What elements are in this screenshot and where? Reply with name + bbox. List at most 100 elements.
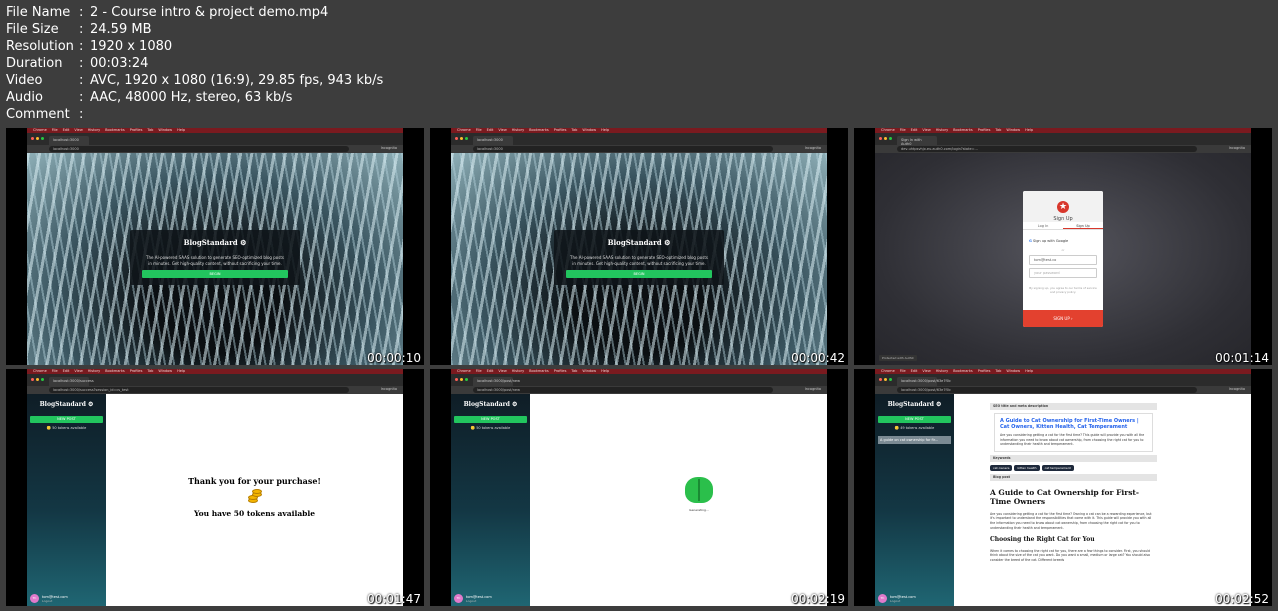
info-value: 24.59 MB bbox=[90, 22, 152, 37]
sidebar: BlogStandard ⚙ NEW POST 🪙 49 tokens avai… bbox=[875, 394, 954, 606]
thumbnail-6[interactable]: Chrome File Edit View History Bookmarks Profil… bbox=[854, 369, 1272, 606]
logout-link: Logout bbox=[890, 598, 901, 603]
landing-card: BlogStandard ⚙ The AI-powered SAAS solut… bbox=[554, 230, 724, 285]
timestamp: 00:02:52 bbox=[1215, 592, 1269, 606]
info-row-video: Video : AVC, 1920 x 1080 (16:9), 29.85 f… bbox=[6, 72, 383, 89]
timestamp: 00:01:47 bbox=[367, 592, 421, 606]
tab-signup: Sign Up bbox=[1063, 222, 1103, 229]
info-colon: : bbox=[79, 22, 84, 37]
keyword-tag: cat owners bbox=[990, 464, 1013, 471]
address-bar: localhost:3000/post/new Incognito bbox=[451, 386, 827, 394]
timestamp: 00:00:42 bbox=[791, 351, 845, 365]
browser-tabbar: localhost:3000/post/63e7f0c bbox=[875, 374, 1251, 386]
info-row-duration: Duration : 00:03:24 bbox=[6, 55, 383, 72]
post-paragraph: When it comes to choosing the right cat … bbox=[990, 548, 1151, 563]
address-bar: localhost:3000 Incognito bbox=[451, 145, 827, 153]
incognito-label: Incognito bbox=[1228, 387, 1245, 391]
app-page: BlogStandard ⚙ NEW POST 🪙 49 tokens avai… bbox=[875, 394, 1251, 606]
brand-logo: BlogStandard ⚙ bbox=[39, 401, 94, 408]
info-value: 2 - Course intro & project demo.mp4 bbox=[90, 5, 329, 20]
info-row-file-size: File Size : 24.59 MB bbox=[6, 21, 383, 38]
screen: Chrome File Edit View History Bookmarks Profil… bbox=[451, 369, 827, 606]
main-content: Generating... bbox=[530, 394, 827, 606]
token-count: 🪙 49 tokens available bbox=[894, 426, 935, 430]
email-field: tom@test.co bbox=[1029, 255, 1097, 265]
timestamp: 00:00:10 bbox=[367, 351, 421, 365]
info-colon: : bbox=[79, 56, 84, 71]
post-subheading: Choosing the Right Cat for You bbox=[990, 535, 1095, 543]
browser-tabbar: Sign In with Auth0 bbox=[875, 133, 1251, 146]
address-bar: localhost:3000 Incognito bbox=[27, 145, 403, 153]
info-key: Resolution bbox=[6, 39, 74, 54]
purchase-success: Thank you for your purchase! You have 50… bbox=[106, 476, 403, 518]
browser-tab: localhost:3000 bbox=[49, 136, 89, 145]
browser-tabbar: localhost:3000/success bbox=[27, 374, 403, 386]
incognito-label: Incognito bbox=[804, 146, 821, 150]
thumbnail-3[interactable]: Chrome File Edit View History Bookmarks Profil… bbox=[854, 128, 1272, 365]
browser-tab: localhost:3000/post/new bbox=[473, 377, 520, 386]
user-info: TC tom@test.com Logout bbox=[878, 594, 916, 603]
auth-page: ★ Sign Up Log In Sign Up G Sign up with … bbox=[875, 153, 1251, 365]
main-content: SEO title and meta description A Guide t… bbox=[954, 394, 1251, 606]
info-row-file-name: File Name : 2 - Course intro & project d… bbox=[6, 4, 383, 21]
keyword-tag: cat temperament bbox=[1041, 464, 1074, 471]
signup-button: SIGN UP › bbox=[1023, 310, 1103, 327]
info-colon: : bbox=[79, 39, 84, 54]
auth-card: ★ Sign Up Log In Sign Up G Sign up with … bbox=[1023, 191, 1103, 327]
browser-tab: localhost:3000 bbox=[473, 136, 513, 145]
avatar: TC bbox=[454, 594, 463, 603]
info-value: AAC, 48000 Hz, stereo, 63 kb/s bbox=[90, 90, 293, 105]
info-value: AVC, 1920 x 1080 (16:9), 29.85 fps, 943 … bbox=[90, 73, 384, 88]
landing-page: BlogStandard ⚙ The AI-powered SAAS solut… bbox=[27, 153, 403, 365]
thumbnail-5[interactable]: Chrome File Edit View History Bookmarks Profil… bbox=[430, 369, 848, 606]
keywords-label: Keywords bbox=[990, 454, 1157, 462]
new-post-button: NEW POST bbox=[30, 416, 103, 423]
begin-button: BEGIN bbox=[566, 270, 712, 278]
info-colon: : bbox=[79, 90, 84, 105]
info-key: Video bbox=[6, 73, 43, 88]
url-text: localhost:3000/post/63e7f0c bbox=[897, 387, 1197, 393]
seo-section-label: SEO title and meta description bbox=[990, 403, 1157, 410]
thumbnail-1[interactable]: Chrome File Edit View History Bookmarks Profil… bbox=[6, 128, 424, 365]
url-text: localhost:3000 bbox=[473, 146, 773, 152]
user-info: TC tom@test.com Logout bbox=[454, 594, 492, 603]
incognito-label: Incognito bbox=[380, 146, 397, 150]
incognito-label: Incognito bbox=[1228, 146, 1245, 150]
avatar: TC bbox=[878, 594, 887, 603]
url-text: localhost:3000/post/new bbox=[473, 387, 773, 393]
timestamp: 00:02:19 bbox=[791, 592, 845, 606]
brand-logo: BlogStandard ⚙ bbox=[463, 401, 518, 408]
thumbnail-2[interactable]: Chrome File Edit View History Bookmarks Profil… bbox=[430, 128, 848, 365]
brand-logo: BlogStandard ⚙ bbox=[607, 238, 671, 247]
info-key: File Name bbox=[6, 5, 71, 20]
address-bar: localhost:3000/success?session_id=cs_tes… bbox=[27, 386, 403, 394]
auth0-badge: Protected with Auth0 bbox=[879, 355, 917, 361]
thumbnail-4[interactable]: Chrome File Edit View History Bookmarks Profil… bbox=[6, 369, 424, 606]
info-key: Duration bbox=[6, 56, 63, 71]
sidebar: BlogStandard ⚙ NEW POST 🪙 50 tokens avai… bbox=[27, 394, 106, 606]
sidebar: BlogStandard ⚙ NEW POST 🪙 50 tokens avai… bbox=[451, 394, 530, 606]
new-post-button: NEW POST bbox=[454, 416, 527, 423]
tokens-message: You have 50 tokens available bbox=[193, 509, 316, 518]
browser-tabbar: localhost:3000 bbox=[451, 133, 827, 145]
app-page: BlogStandard ⚙ NEW POST 🪙 50 tokens avai… bbox=[27, 394, 403, 606]
browser-tabbar: localhost:3000 bbox=[27, 133, 403, 145]
info-key: Audio bbox=[6, 90, 43, 105]
password-field: your password bbox=[1029, 268, 1097, 278]
or-divider: or bbox=[1061, 248, 1065, 252]
info-value: 1920 x 1080 bbox=[90, 39, 173, 54]
tab-login: Log In bbox=[1037, 224, 1049, 228]
google-signup-button: G Sign up with Google bbox=[1029, 236, 1097, 246]
info-colon: : bbox=[79, 107, 84, 122]
keyword-list: cat owners kitten health cat temperament bbox=[990, 464, 1157, 471]
sidebar-post-item: A guide on cat ownership for fir... bbox=[878, 436, 951, 444]
keyword-tag: kitten health bbox=[1014, 464, 1040, 471]
user-info: TC tom@test.com Logout bbox=[30, 594, 68, 603]
seo-description: Are you considering getting a cat for th… bbox=[1000, 433, 1145, 446]
url-text: dev-uhtpsvhjx.eu.auth0.com/login?state=.… bbox=[897, 146, 1197, 152]
incognito-label: Incognito bbox=[380, 387, 397, 391]
seo-box: A Guide to Cat Ownership for First-Time … bbox=[994, 413, 1153, 452]
url-text: localhost:3000/success?session_id=cs_tes… bbox=[49, 387, 349, 393]
logout-link: Logout bbox=[466, 598, 477, 603]
google-icon: G bbox=[1029, 239, 1032, 243]
